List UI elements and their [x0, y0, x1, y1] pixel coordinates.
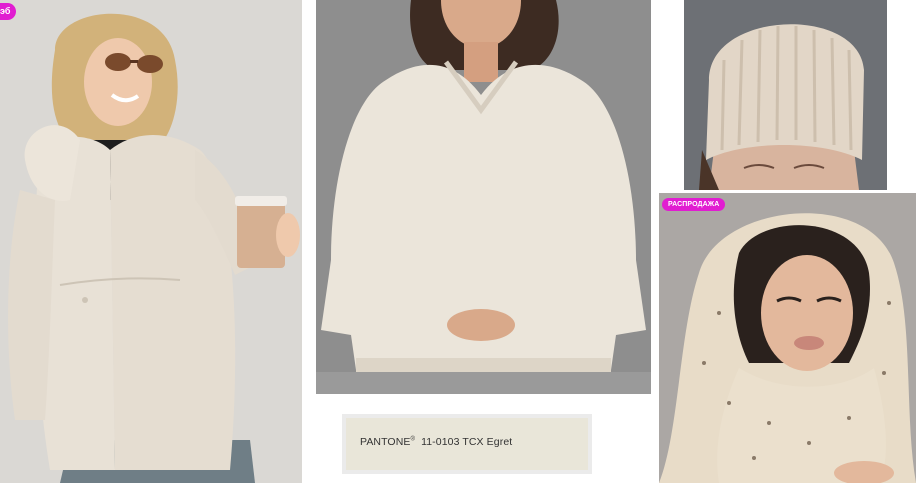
product-image-coat[interactable]: эб	[0, 0, 302, 483]
pantone-code: 11-0103 TCX Egret	[421, 436, 513, 448]
product-image-sweater[interactable]	[316, 0, 651, 394]
scarf-photo	[659, 193, 916, 483]
pantone-label: PANTONE® 11-0103 TCX Egret	[360, 436, 512, 448]
sale-badge-scarf: РАСПРОДАЖА	[662, 198, 726, 211]
pantone-reg-mark: ®	[410, 436, 416, 443]
sweater-photo	[316, 0, 651, 394]
hat-photo	[684, 0, 887, 190]
pantone-color-card: PANTONE® 11-0103 TCX Egret	[342, 414, 592, 474]
coat-photo	[0, 0, 302, 483]
product-image-hat[interactable]	[684, 0, 887, 190]
pantone-brand: PANTONE	[360, 436, 411, 448]
product-image-scarf[interactable]: РАСПРОДАЖА	[659, 193, 916, 483]
